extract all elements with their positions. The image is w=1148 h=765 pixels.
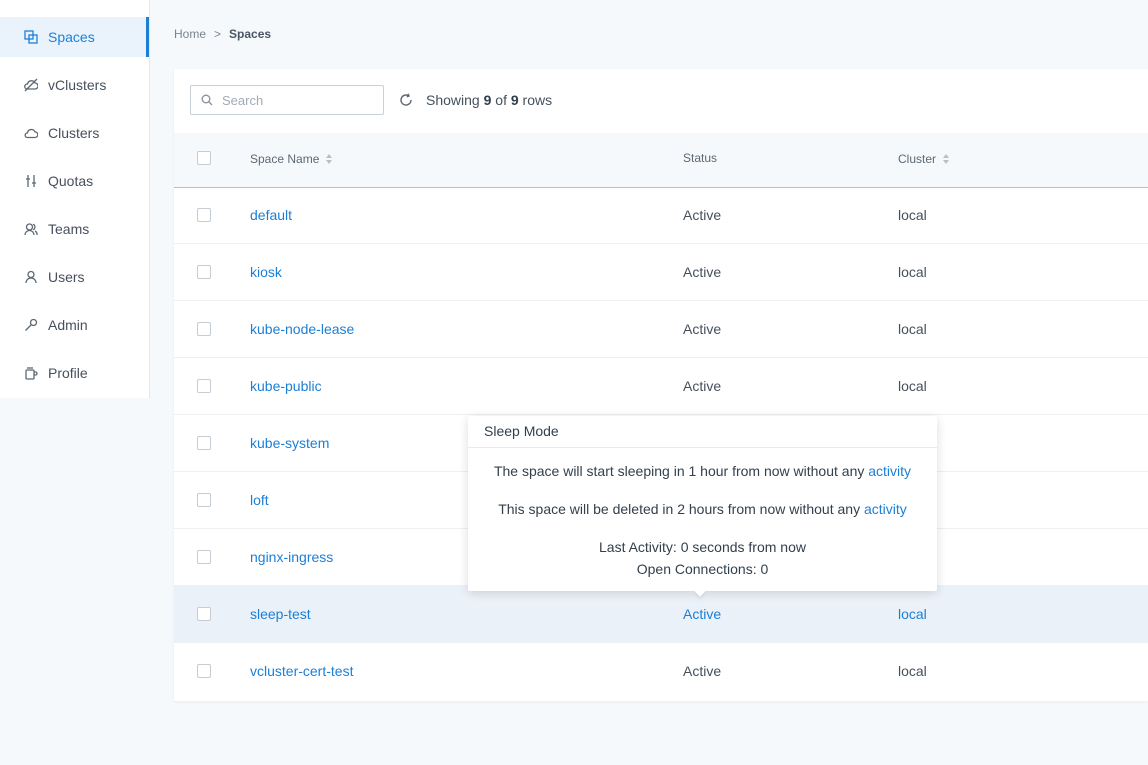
sort-icon[interactable] [943,154,950,164]
column-header-label: Space Name [250,152,320,166]
breadcrumb-separator: > [214,27,222,41]
breadcrumb: Home > Spaces [174,27,271,41]
status-cell: Active [683,321,722,337]
column-header-label: Cluster [898,152,937,166]
sidebar-item-profile[interactable]: Profile [0,353,149,393]
sidebar: Spaces vClusters Clusters Quotas Teams U… [0,0,150,398]
cluster-cell: local [898,663,927,679]
table-row[interactable]: vcluster-cert-test Active local [174,643,1148,700]
row-checkbox[interactable] [197,550,211,564]
table-header: Space Name Status Cluster [174,133,1148,188]
sidebar-item-quotas[interactable]: Quotas [0,161,149,201]
refresh-icon[interactable] [399,93,413,107]
row-count-total: 9 [510,92,519,108]
cluster-cell: local [898,264,927,280]
open-connections: Open Connections: 0 [636,561,769,577]
vclusters-icon [24,78,38,92]
space-name-link[interactable]: vcluster-cert-test [250,663,353,679]
sidebar-item-label: Spaces [48,29,95,45]
column-header-status: Status [683,151,717,165]
sidebar-item-spaces[interactable]: Spaces [0,17,149,57]
space-name-link[interactable]: kube-node-lease [250,321,354,337]
cluster-cell: local [898,606,927,622]
delete-info-text: This space will be deleted in 2 hours fr… [498,501,864,517]
sleep-activity-link[interactable]: activity [868,463,911,479]
teams-icon [24,222,38,236]
row-checkbox[interactable] [197,265,211,279]
row-checkbox[interactable] [197,208,211,222]
space-name-link[interactable]: loft [250,492,269,508]
row-count-prefix: Showing [426,92,480,108]
row-count-of: of [495,92,507,108]
row-count-suffix: rows [522,92,553,108]
sidebar-item-label: Profile [48,365,88,381]
sidebar-item-label: Admin [48,317,88,333]
row-checkbox[interactable] [197,322,211,336]
row-count-shown: 9 [483,92,492,108]
sidebar-item-label: vClusters [48,77,107,93]
table-row[interactable]: default Active local [174,187,1148,244]
table-row[interactable]: kube-node-lease Active local [174,301,1148,358]
delete-activity-link[interactable]: activity [864,501,907,517]
search-box[interactable] [190,85,384,115]
breadcrumb-current: Spaces [229,27,272,41]
sidebar-item-label: Teams [48,221,90,237]
search-icon [201,94,213,106]
row-checkbox[interactable] [197,493,211,507]
table-row-highlighted[interactable]: sleep-test Active local [174,586,1148,643]
spaces-icon [24,30,38,44]
space-name-link[interactable]: kube-public [250,378,322,394]
status-cell: Active [683,264,722,280]
status-cell: Active [683,378,722,394]
spaces-table-card: Showing 9 of 9 rows Space Name Status Cl… [174,69,1148,701]
select-all-checkbox[interactable] [197,151,211,165]
column-header-label: Status [683,151,718,165]
sidebar-item-label: Users [48,269,85,285]
sidebar-item-label: Quotas [48,173,94,189]
users-icon [24,270,38,284]
row-count: Showing 9 of 9 rows [426,92,552,108]
profile-icon [24,366,38,380]
row-checkbox[interactable] [197,379,211,393]
space-name-link[interactable]: kube-system [250,435,329,451]
admin-icon [24,318,38,332]
space-name-link[interactable]: nginx-ingress [250,549,333,565]
breadcrumb-home[interactable]: Home [174,27,206,41]
sidebar-item-label: Clusters [48,125,100,141]
sidebar-item-clusters[interactable]: Clusters [0,113,149,153]
cluster-cell: local [898,378,927,394]
sidebar-item-vclusters[interactable]: vClusters [0,65,149,105]
delete-info: This space will be deleted in 2 hours fr… [468,501,937,517]
sleep-mode-tooltip: Sleep Mode The space will start sleeping… [468,416,937,597]
status-cell[interactable]: Active [683,606,721,622]
tooltip-title: Sleep Mode [468,416,937,448]
table-row[interactable]: kube-public Active local [174,358,1148,415]
status-cell: Active [683,663,722,679]
sleep-info-text: The space will start sleeping in 1 hour … [493,463,869,479]
table-toolbar: Showing 9 of 9 rows [174,69,1148,133]
sort-icon[interactable] [326,154,333,164]
cluster-cell: local [898,207,927,223]
row-checkbox[interactable] [197,436,211,450]
sidebar-item-teams[interactable]: Teams [0,209,149,249]
sidebar-item-users[interactable]: Users [0,257,149,297]
table-row[interactable]: kiosk Active local [174,244,1148,301]
search-input[interactable] [220,91,374,109]
row-checkbox[interactable] [197,607,211,621]
column-header-cluster[interactable]: Cluster [898,152,950,166]
quotas-icon [24,174,38,188]
sleep-info: The space will start sleeping in 1 hour … [468,463,937,479]
clusters-icon [24,126,38,140]
sidebar-item-admin[interactable]: Admin [0,305,149,345]
column-header-space-name[interactable]: Space Name [250,152,333,166]
space-name-link[interactable]: kiosk [250,264,282,280]
space-name-link[interactable]: default [250,207,292,223]
cluster-cell: local [898,321,927,337]
space-name-link[interactable]: sleep-test [250,606,311,622]
last-activity: Last Activity: 0 seconds from now [599,539,806,555]
row-checkbox[interactable] [197,664,211,678]
status-cell: Active [683,207,722,223]
